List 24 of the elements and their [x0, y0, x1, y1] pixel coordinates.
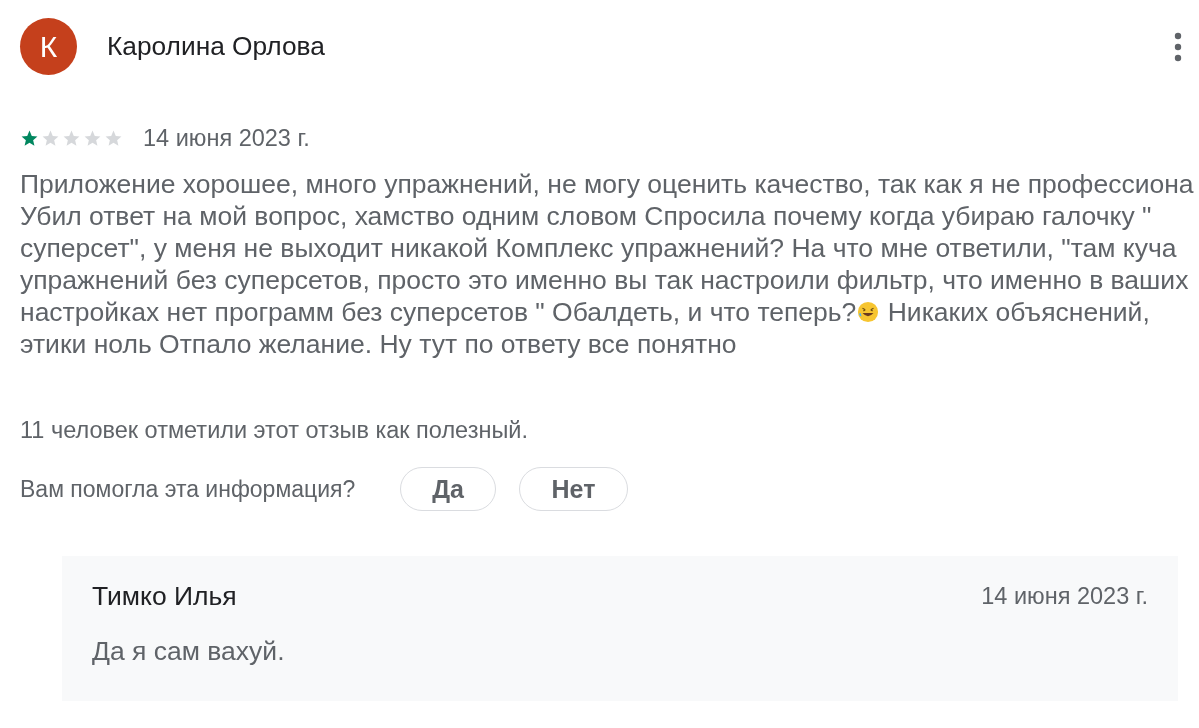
laughing-face-icon — [857, 301, 880, 323]
star-icon — [20, 128, 39, 148]
star-icon — [104, 128, 123, 148]
review-text: настройках нет программ без суперсетов " Обалдеть, и что теперь? — [20, 296, 857, 328]
review-text: Убил ответ на мой вопрос, хамство одним словом Спросила почему когда убираю галочку " — [20, 200, 1152, 232]
avatar: К — [20, 18, 77, 75]
star-icon — [41, 128, 60, 148]
review-date: 14 июня 2023 г. — [143, 124, 310, 152]
helpful-count: 11 человек отметили этот отзыв как полезный. — [20, 416, 529, 445]
review-text: Приложение хорошее, много упражнений, не могу оценить качество, так как я не профессиона — [20, 168, 1194, 200]
helpful-question: Вам помогла эта информация? — [20, 475, 357, 503]
reply-author: Тимко Илья — [92, 580, 237, 612]
star-icon — [83, 128, 102, 148]
review-text: этики ноль Отпало желание. Ну тут по ответу все понятно — [20, 328, 737, 360]
more-icon — [1174, 31, 1182, 62]
review-text: Никаких объяснений, — [886, 296, 1150, 328]
no-button[interactable]: Нет — [519, 467, 628, 511]
reply-date: 14 июня 2023 г. — [981, 582, 1148, 610]
review-text: упражнений без суперсетов, просто это именно вы так настроили фильтр, что именно в ваших — [20, 264, 1189, 296]
reply-text: Да я сам вахуй. — [92, 636, 286, 667]
author-name: Каролина Орлова — [107, 31, 326, 62]
review-text: суперсет", у меня не выходит никакой Комплекс упражнений? На что мне ответили, "там куча — [20, 232, 1177, 264]
yes-button[interactable]: Да — [400, 467, 496, 511]
star-icon — [62, 128, 81, 148]
